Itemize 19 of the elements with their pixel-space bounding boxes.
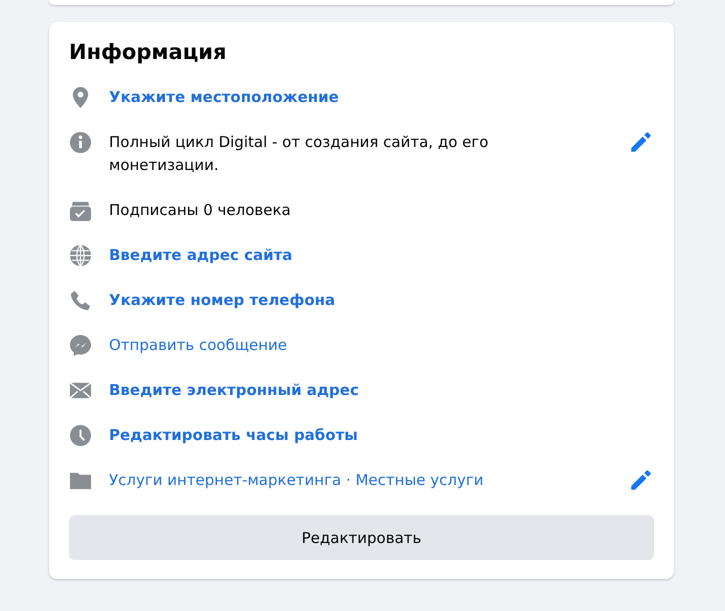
edit-button[interactable]: Редактировать — [69, 515, 654, 560]
inbox-icon — [69, 199, 92, 222]
info-link[interactable]: Редактировать часы работы — [109, 426, 358, 444]
category-link[interactable]: Местные услуги — [355, 471, 484, 489]
separator-text: · — [344, 471, 352, 489]
info-link[interactable]: Введите электронный адрес — [109, 381, 359, 399]
info-link[interactable]: Укажите местоположение — [109, 88, 339, 106]
info-link[interactable]: Введите адрес сайта — [109, 246, 292, 264]
info-link[interactable]: Укажите номер телефона — [109, 291, 336, 309]
info-link[interactable]: Отправить сообщение — [109, 336, 287, 354]
globe-icon — [69, 244, 92, 267]
messenger-icon — [69, 334, 92, 357]
info-icon — [69, 131, 92, 154]
section-title: Информация — [69, 40, 228, 64]
clock-icon — [69, 424, 92, 447]
info-text: Полный цикл Digital - от создания сайта, до его монетизации. — [109, 132, 490, 176]
info-text: Подписаны 0 человека — [109, 200, 291, 221]
phone-icon — [69, 289, 92, 312]
category-link[interactable]: Услуги интернет-маркетинга — [109, 471, 342, 489]
